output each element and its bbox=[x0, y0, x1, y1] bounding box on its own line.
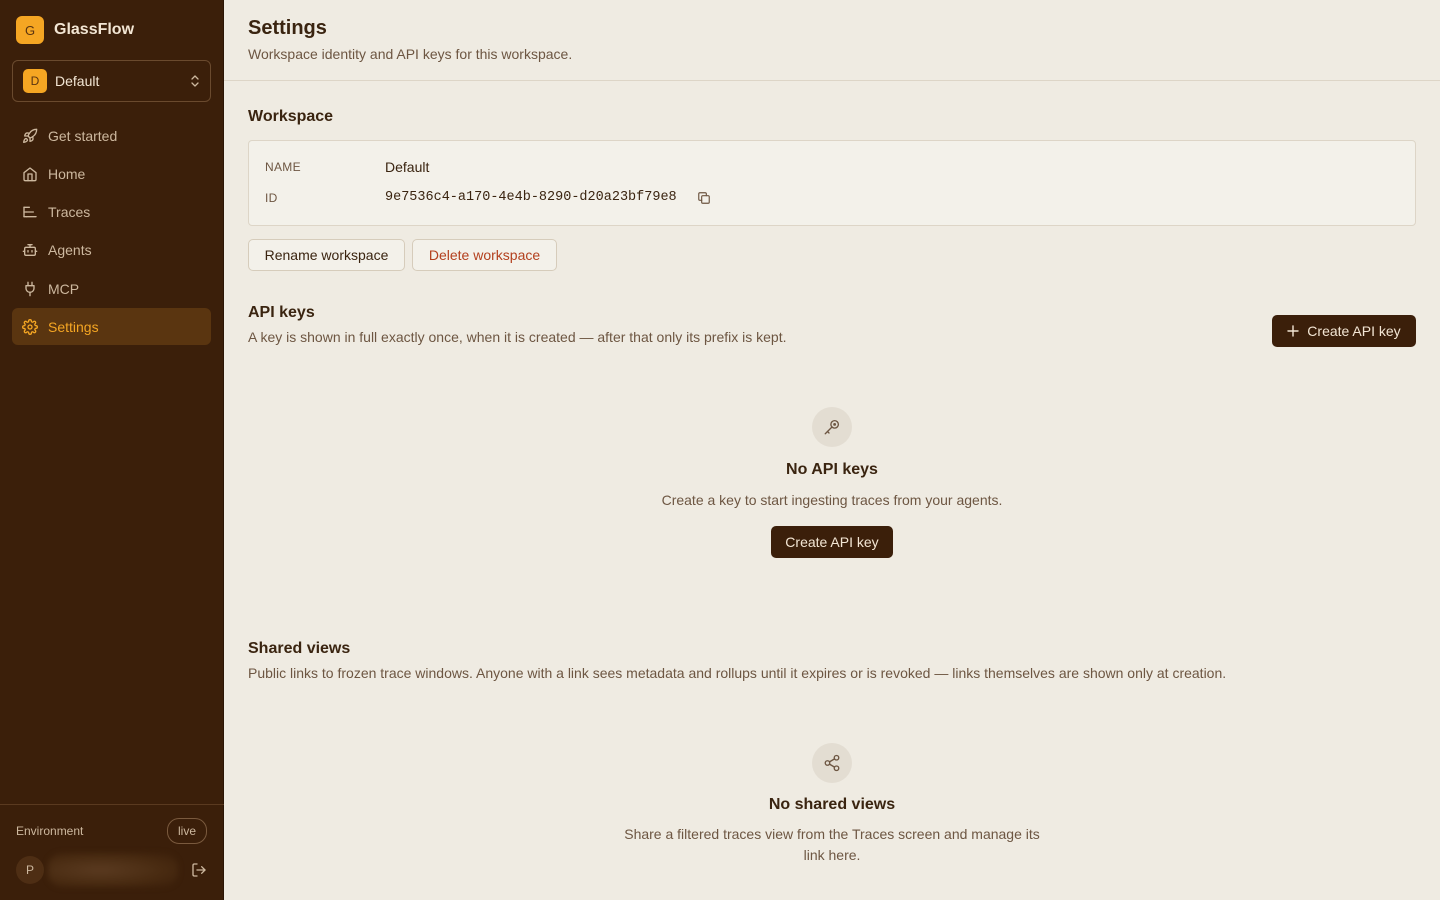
empty-create-api-key-button[interactable]: Create API key bbox=[771, 526, 893, 558]
traces-icon bbox=[23, 206, 37, 218]
page-subtitle: Workspace identity and API keys for this… bbox=[248, 46, 573, 62]
sidebar-item-label: Traces bbox=[48, 204, 91, 221]
brand[interactable]: G GlassFlow bbox=[16, 16, 134, 44]
sidebar-nav: Get started Home Traces Agents MCP Setti… bbox=[12, 117, 211, 347]
page-title: Settings bbox=[248, 17, 327, 39]
shared-views-description: Public links to frozen trace windows. An… bbox=[248, 665, 1227, 681]
shared-views-heading: Shared views bbox=[248, 640, 351, 657]
workspace-name: Default bbox=[55, 73, 100, 89]
sidebar-divider bbox=[0, 804, 224, 805]
brand-name: GlassFlow bbox=[54, 21, 135, 38]
workspace-heading: Workspace bbox=[248, 108, 334, 125]
redacted-user-info bbox=[48, 853, 178, 887]
shared-views-empty-text: Share a filtered traces view from the Tr… bbox=[624, 826, 1040, 863]
shared-views-empty-icon bbox=[812, 743, 852, 783]
create-api-key-button[interactable]: Create API key bbox=[1272, 315, 1416, 347]
main-content: Settings Workspace identity and API keys… bbox=[224, 0, 1440, 900]
delete-workspace-button[interactable]: Delete workspace bbox=[412, 239, 557, 271]
workspace-card: NAME Default ID 9e7536c4-a170-4e4b-8290-… bbox=[248, 140, 1416, 226]
api-keys-empty-text: Create a key to start ingesting traces f… bbox=[661, 492, 1003, 508]
bot-icon bbox=[22, 244, 38, 257]
brand-logo: G bbox=[16, 16, 44, 44]
rename-workspace-button[interactable]: Rename workspace bbox=[248, 239, 405, 271]
avatar[interactable]: P bbox=[16, 856, 44, 884]
api-keys-description: A key is shown in full exactly once, whe… bbox=[248, 329, 787, 345]
workspace-name-value: Default bbox=[385, 159, 430, 175]
api-keys-heading: API keys bbox=[248, 304, 315, 321]
create-api-key-label: Create API key bbox=[1307, 323, 1401, 339]
sidebar-item-agents[interactable]: Agents bbox=[12, 232, 211, 269]
home-icon bbox=[23, 167, 37, 182]
sidebar: G GlassFlow D Default Get started Home T… bbox=[0, 0, 224, 900]
gear-icon bbox=[22, 319, 38, 335]
page-header: Settings Workspace identity and API keys… bbox=[224, 0, 1440, 81]
shared-views-empty-title: No shared views bbox=[768, 796, 896, 813]
sidebar-item-label: Settings bbox=[48, 318, 99, 335]
api-keys-empty-title: No API keys bbox=[786, 461, 878, 478]
plus-icon bbox=[1287, 325, 1299, 337]
sidebar-item-label: MCP bbox=[48, 280, 80, 297]
plug-icon bbox=[25, 281, 35, 297]
api-keys-empty-icon bbox=[812, 407, 852, 447]
sidebar-item-get-started[interactable]: Get started bbox=[12, 117, 211, 154]
sidebar-item-mcp[interactable]: MCP bbox=[12, 270, 211, 307]
sidebar-item-label: Get started bbox=[48, 127, 118, 144]
workspace-badge: D bbox=[23, 69, 47, 93]
workspace-id-value: 9e7536c4-a170-4e4b-8290-d20a23bf79e8 bbox=[385, 190, 677, 205]
share-icon bbox=[824, 754, 840, 772]
copy-icon[interactable] bbox=[697, 191, 711, 205]
workspace-switcher[interactable]: D Default bbox=[12, 60, 211, 102]
logout-icon[interactable] bbox=[191, 862, 207, 878]
key-icon bbox=[824, 419, 840, 435]
chevron-up-down-icon bbox=[191, 75, 199, 87]
rocket-icon bbox=[23, 128, 38, 143]
sidebar-item-label: Agents bbox=[48, 242, 92, 259]
environment-row: Environment live bbox=[16, 818, 207, 844]
name-label: NAME bbox=[265, 160, 301, 174]
sidebar-item-traces[interactable]: Traces bbox=[12, 194, 211, 231]
environment-badge[interactable]: live bbox=[166, 818, 207, 844]
environment-label: Environment bbox=[16, 824, 84, 838]
id-label: ID bbox=[265, 191, 278, 205]
sidebar-item-settings[interactable]: Settings bbox=[12, 308, 211, 346]
user-row: P bbox=[16, 853, 207, 887]
sidebar-item-label: Home bbox=[48, 165, 86, 182]
sidebar-item-home[interactable]: Home bbox=[12, 155, 211, 192]
